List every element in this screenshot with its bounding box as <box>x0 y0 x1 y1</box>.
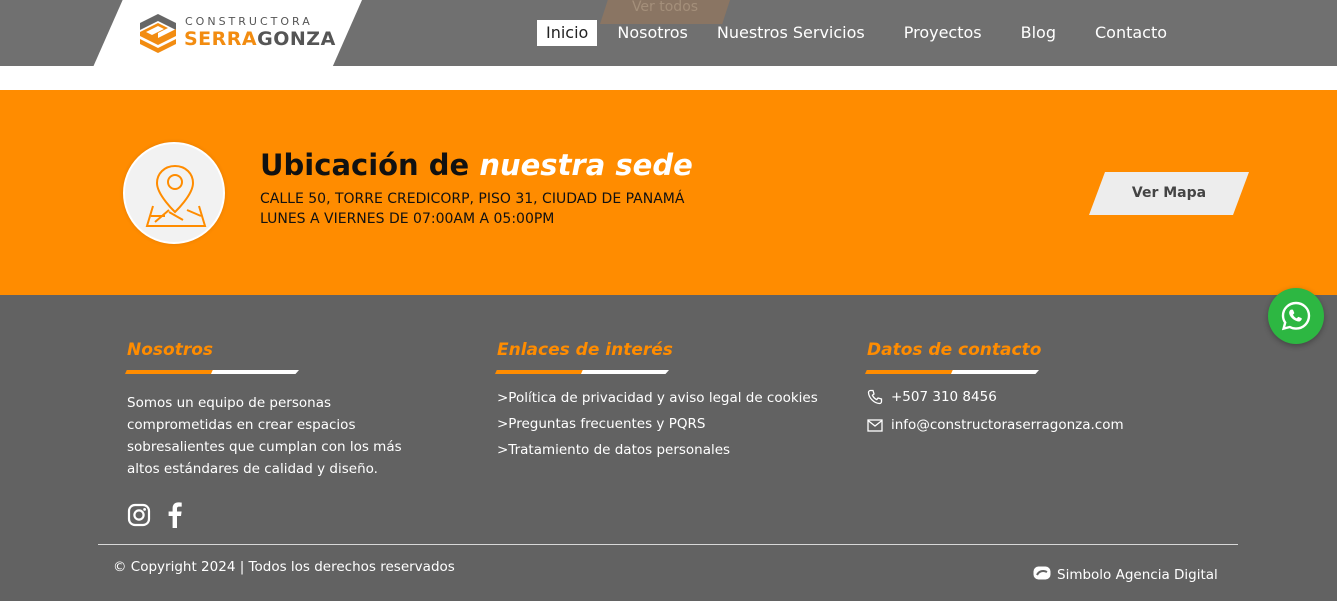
nav-item-nosotros[interactable]: Nosotros <box>608 20 697 46</box>
whatsapp-icon <box>1281 301 1311 331</box>
footer-about-title: Nosotros <box>127 340 214 360</box>
contact-email-text: info@constructoraserragonza.com <box>891 417 1124 433</box>
main-nav: Inicio Nosotros Nuestros Servicios Proye… <box>537 20 1187 46</box>
agency-credit[interactable]: Simbolo Agencia Digital <box>1033 566 1218 584</box>
mail-icon <box>867 418 885 432</box>
location-hours: LUNES A VIERNES DE 07:00AM A 05:00PM <box>260 211 555 227</box>
logo-brand-serra: SERRA <box>184 28 258 50</box>
site-header: Ver todos CONSTRUCTORA SERRAGONZA Inicio… <box>0 0 1337 74</box>
title-underline <box>865 370 1039 375</box>
location-title: Ubicación de nuestra sede <box>260 148 693 182</box>
social-links <box>127 502 427 532</box>
nav-item-servicios[interactable]: Nuestros Servicios <box>708 20 874 46</box>
site-footer: Nosotros Somos un equipo de personas com… <box>0 295 1337 601</box>
footer-divider <box>98 544 1238 545</box>
nav-item-contacto[interactable]: Contacto <box>1086 20 1176 46</box>
phone-icon <box>867 389 885 405</box>
contact-email[interactable]: info@constructoraserragonza.com <box>867 411 1227 439</box>
footer-links-list: >Política de privacidad y aviso legal de… <box>497 385 857 463</box>
contact-phone[interactable]: +507 310 8456 <box>867 383 1227 411</box>
agency-logo-icon <box>1033 566 1051 584</box>
header-spacer <box>0 66 1337 90</box>
instagram-icon[interactable] <box>127 503 151 531</box>
copyright-text: © Copyright 2024 | Todos los derechos re… <box>113 559 455 575</box>
title-underline <box>125 370 299 375</box>
link-faq[interactable]: >Preguntas frecuentes y PQRS <box>497 411 857 437</box>
map-pin-graphic <box>145 164 207 227</box>
location-section: Ubicación de nuestra sede CALLE 50, TORR… <box>0 90 1337 295</box>
location-title-plain: Ubicación de <box>260 148 470 182</box>
logo-brand-text: SERRAGONZA <box>184 28 336 50</box>
ver-mapa-button[interactable]: Ver Mapa <box>1089 172 1249 215</box>
footer-contact-title: Datos de contacto <box>867 340 1042 360</box>
title-underline <box>495 370 669 375</box>
agency-credit-text: Simbolo Agencia Digital <box>1057 567 1218 583</box>
logo-top-text: CONSTRUCTORA <box>185 15 313 28</box>
link-data-treatment[interactable]: >Tratamiento de datos personales <box>497 437 857 463</box>
logo-brand-gonza: GONZA <box>257 28 336 50</box>
footer-links-column: Enlaces de interés >Política de privacid… <box>495 340 857 463</box>
footer-contact-column: Datos de contacto +507 310 8456 info@con… <box>865 340 1227 439</box>
contact-phone-text: +507 310 8456 <box>891 389 997 405</box>
map-pin-icon <box>123 142 225 244</box>
location-address: CALLE 50, TORRE CREDICORP, PISO 31, CIUD… <box>260 191 685 207</box>
nav-item-proyectos[interactable]: Proyectos <box>895 20 991 46</box>
logo-mark-icon <box>140 14 176 53</box>
nav-item-inicio[interactable]: Inicio <box>537 20 598 46</box>
link-privacy-policy[interactable]: >Política de privacidad y aviso legal de… <box>497 385 857 411</box>
facebook-icon[interactable] <box>163 502 187 532</box>
whatsapp-button[interactable] <box>1268 288 1324 344</box>
footer-about-text: Somos un equipo de personas comprometida… <box>127 395 402 477</box>
contact-list: +507 310 8456 info@constructoraserragonz… <box>867 383 1227 439</box>
footer-about-column: Nosotros Somos un equipo de personas com… <box>125 340 427 532</box>
nav-item-blog[interactable]: Blog <box>1012 20 1065 46</box>
footer-links-title: Enlaces de interés <box>497 340 673 360</box>
location-title-emphasis: nuestra sede <box>479 148 693 182</box>
